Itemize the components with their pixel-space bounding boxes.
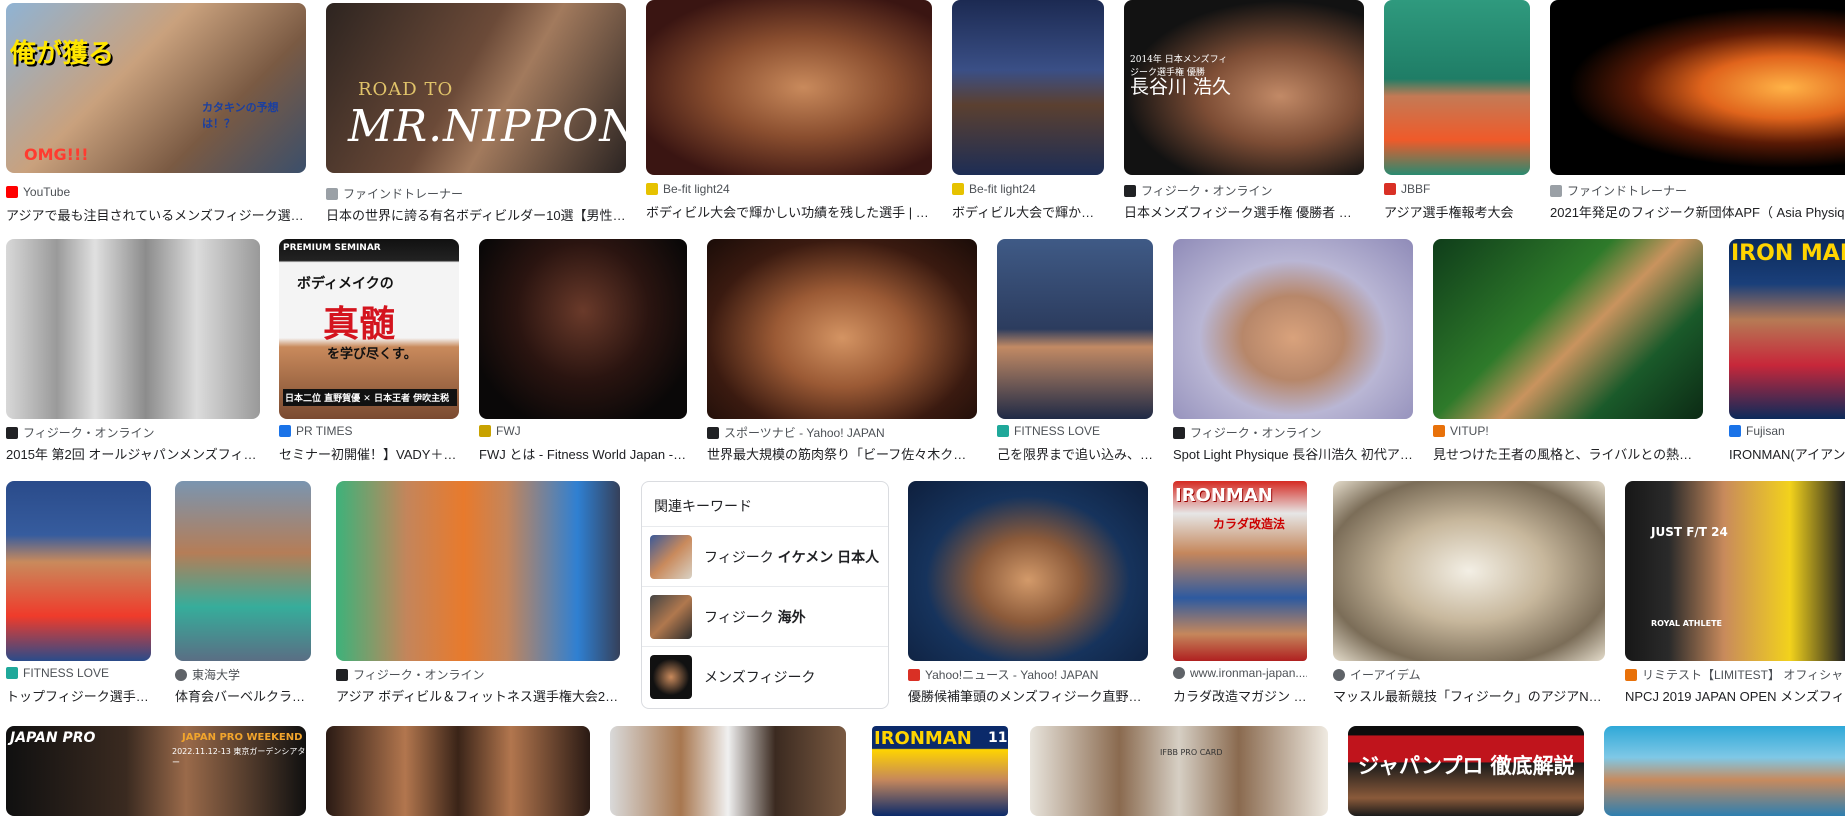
favicon-icon — [1333, 668, 1345, 681]
related-keyword-label: メンズフィジーク — [704, 668, 816, 685]
related-keyword-label: フィジーク 海外 — [704, 608, 806, 625]
result-source[interactable]: www.ironman-japan.... — [1173, 666, 1307, 680]
image-result[interactable]: JAPAN PRO JAPAN PRO WEEKEND 2022.11.12-1… — [6, 726, 306, 816]
result-thumbnail[interactable]: JUST F/T 24 ROYAL ATHLETE — [1625, 481, 1845, 661]
favicon-icon — [1173, 667, 1185, 679]
related-keyword-item[interactable]: メンズフィジーク — [642, 646, 888, 706]
favicon-icon — [175, 668, 187, 681]
image-result[interactable]: IRONMAN カラダ改造法 www.ironman-japan.... カラダ… — [1173, 0, 1307, 707]
thumbnail-overlay-text: JAPAN PRO WEEKEND — [182, 732, 303, 743]
related-keyword-thumbnail — [650, 594, 692, 639]
thumbnail-overlay-text: ジャパンプロ 徹底解説 — [1358, 754, 1575, 778]
result-thumbnail[interactable] — [610, 726, 846, 816]
image-result[interactable]: JUST F/T 24 ROYAL ATHLETE リミテスト【LIMITEST… — [1625, 0, 1845, 707]
image-result[interactable]: FITNESS LOVE トップフィジーク選手… — [6, 0, 151, 707]
image-result[interactable]: IRONMAN 11 — [872, 726, 1008, 816]
result-caption[interactable]: 体育会バーベルクラブ… — [175, 686, 311, 705]
result-thumbnail[interactable] — [175, 481, 311, 661]
result-caption[interactable]: 優勝候補筆頭のメンズフィジーク直野賀… — [908, 686, 1148, 705]
result-thumbnail[interactable] — [336, 481, 620, 661]
result-thumbnail[interactable]: JAPAN PRO JAPAN PRO WEEKEND 2022.11.12-1… — [6, 726, 306, 816]
result-source[interactable]: リミテスト【LIMITEST】 オフィシャ — [1625, 666, 1845, 683]
result-caption[interactable]: アジア ボディビル＆フィットネス選手権大会20… — [336, 686, 620, 705]
related-keyword-thumbnail — [650, 654, 692, 699]
thumbnail-overlay-text: JAPAN PRO — [10, 730, 96, 746]
image-result[interactable] — [326, 726, 590, 816]
favicon-icon — [908, 668, 920, 681]
related-keyword-item[interactable]: フィジーク 海外 — [642, 586, 888, 646]
image-result[interactable] — [1604, 726, 1845, 816]
result-source[interactable]: FITNESS LOVE — [6, 666, 151, 680]
thumbnail-overlay-text: IRONMAN — [874, 728, 972, 749]
result-thumbnail[interactable] — [6, 481, 151, 661]
related-keyword-label: フィジーク イケメン 日本人 — [704, 548, 880, 565]
result-thumbnail[interactable]: ジャパンプロ 徹底解説 — [1348, 726, 1584, 816]
image-result[interactable]: ジャパンプロ 徹底解説 — [1348, 726, 1584, 816]
related-keyword-thumbnail — [650, 534, 692, 579]
thumbnail-overlay-text: 2022.11.12-13 東京ガーデンシアター — [172, 747, 306, 767]
related-keywords-card: 関連キーワード フィジーク イケメン 日本人 フィジーク 海外 メンズフィジーク — [641, 481, 889, 709]
result-thumbnail[interactable]: IRONMAN 11 — [872, 726, 1008, 816]
result-source[interactable]: イーアイデム — [1333, 666, 1605, 683]
related-keywords-heading: 関連キーワード — [654, 498, 752, 514]
favicon-icon — [707, 426, 719, 439]
thumbnail-overlay-text: JUST F/T 24 — [1651, 525, 1728, 539]
result-thumbnail[interactable]: IFBB PRO CARD — [1030, 726, 1328, 816]
result-source[interactable]: フィジーク・オンライン — [336, 666, 620, 683]
favicon-icon — [6, 667, 18, 679]
favicon-icon — [336, 668, 348, 681]
image-result[interactable]: イーアイデム マッスル最新競技「フィジーク」のアジアNo.… — [1333, 0, 1605, 707]
result-thumbnail[interactable] — [326, 726, 590, 816]
image-result[interactable] — [610, 726, 846, 816]
thumbnail-overlay-text: ROYAL ATHLETE — [1651, 619, 1722, 628]
result-caption[interactable]: カラダ改造マガジン IR… — [1173, 686, 1307, 705]
result-caption[interactable]: NPCJ 2019 JAPAN OPEN メンズフィジ — [1625, 686, 1845, 705]
result-thumbnail[interactable] — [1604, 726, 1845, 816]
thumbnail-overlay-text: IFBB PRO CARD — [1160, 748, 1223, 757]
image-result[interactable]: IFBB PRO CARD — [1030, 726, 1328, 816]
result-source[interactable]: Yahoo!ニュース - Yahoo! JAPAN — [908, 666, 1148, 683]
image-result[interactable]: フィジーク・オンライン アジア ボディビル＆フィットネス選手権大会20… — [336, 0, 620, 707]
result-thumbnail[interactable] — [1333, 481, 1605, 661]
thumbnail-overlay-text: 11 — [988, 730, 1008, 746]
favicon-icon — [1625, 668, 1637, 681]
image-result[interactable]: 東海大学 体育会バーベルクラブ… — [175, 0, 311, 707]
thumbnail-overlay-text: カラダ改造法 — [1213, 517, 1286, 531]
result-thumbnail[interactable]: IRONMAN カラダ改造法 — [1173, 481, 1307, 661]
result-caption[interactable]: トップフィジーク選手… — [6, 686, 151, 705]
thumbnail-overlay-text: IRONMAN — [1175, 485, 1273, 506]
result-caption[interactable]: マッスル最新競技「フィジーク」のアジアNo.… — [1333, 686, 1605, 705]
result-source[interactable]: 東海大学 — [175, 666, 311, 683]
related-keyword-item[interactable]: フィジーク イケメン 日本人 — [642, 526, 888, 586]
image-result[interactable]: Yahoo!ニュース - Yahoo! JAPAN 優勝候補筆頭のメンズフィジー… — [908, 0, 1148, 707]
result-thumbnail[interactable] — [908, 481, 1148, 661]
